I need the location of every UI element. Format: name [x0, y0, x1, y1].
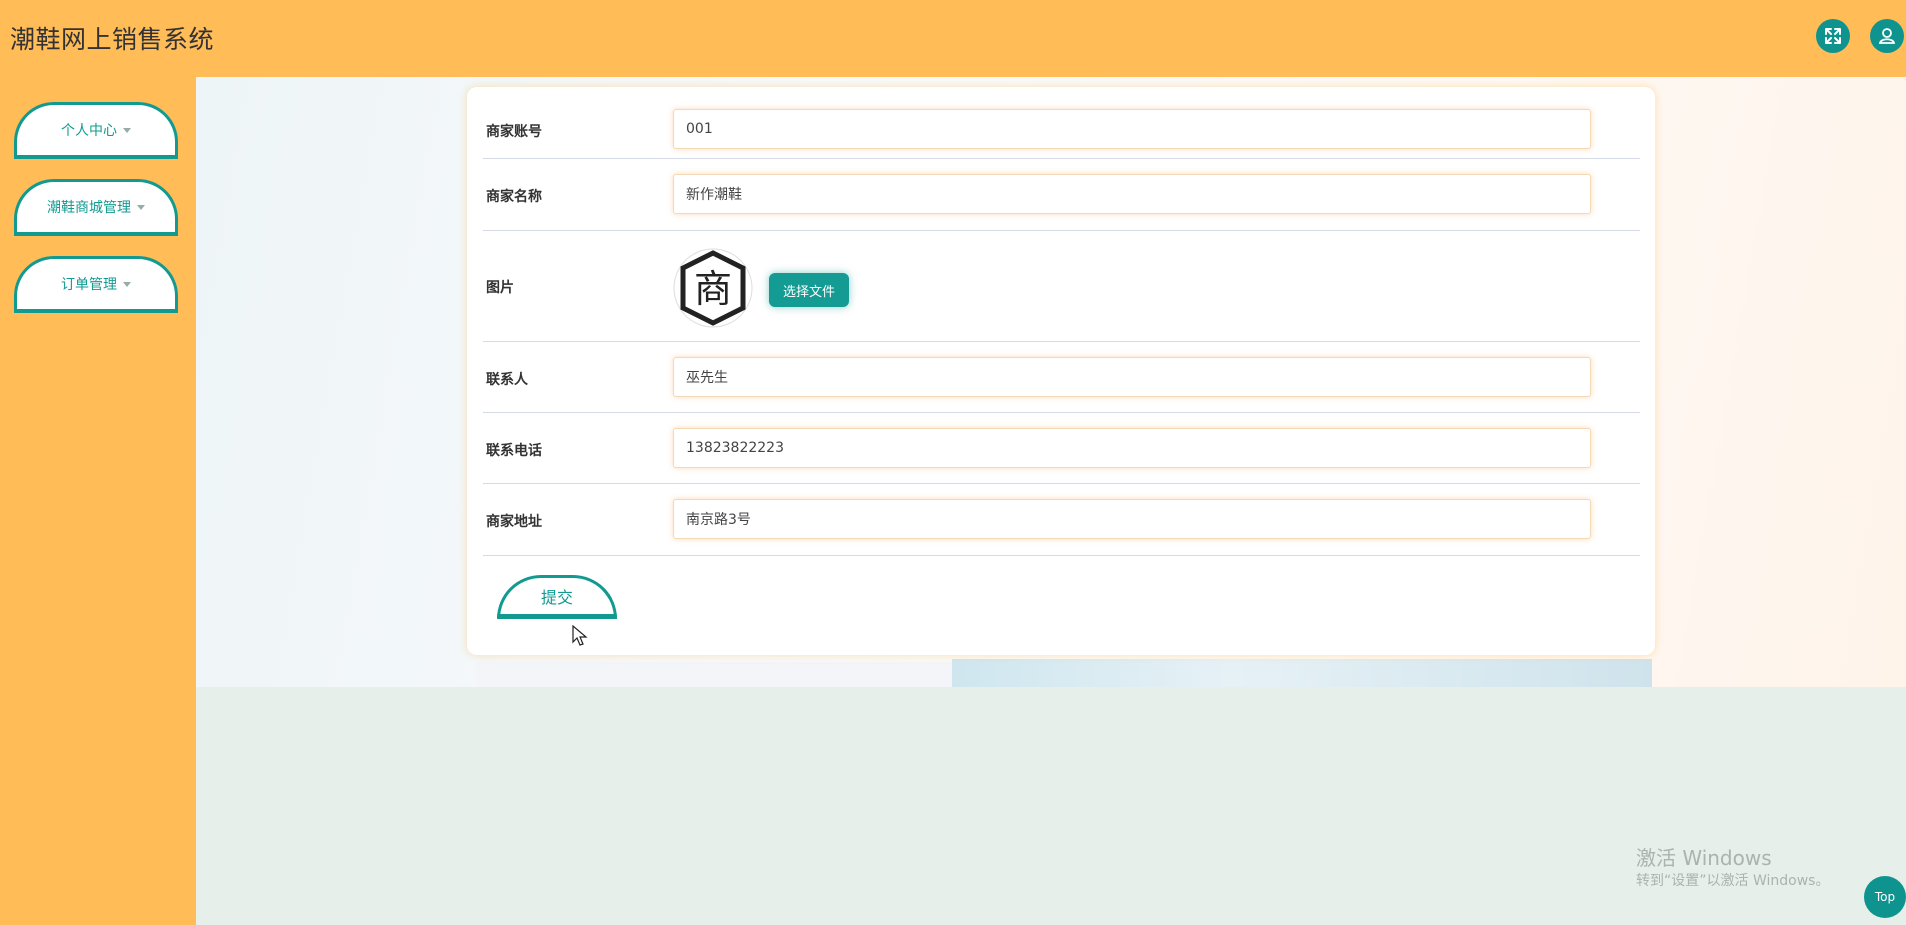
form-row-address: 商家地址 南京路3号: [483, 483, 1640, 556]
mouse-cursor-icon: [572, 625, 588, 646]
form-row-account: 商家账号 001: [483, 101, 1640, 159]
caret-down-icon: [123, 281, 131, 287]
sidebar: 个人中心 潮鞋商城管理 订单管理: [0, 77, 196, 925]
address-input[interactable]: 南京路3号: [673, 499, 1591, 539]
form-row-image: 图片 商 选择文件: [483, 230, 1640, 342]
phone-label: 联系电话: [486, 443, 542, 459]
top-header: 潮鞋网上销售系统: [0, 0, 1906, 77]
app-title: 潮鞋网上销售系统: [10, 25, 215, 54]
form-row-contact: 联系人 巫先生: [483, 341, 1640, 413]
account-input[interactable]: 001: [673, 109, 1591, 149]
submit-button[interactable]: 提交: [497, 575, 617, 619]
user-button[interactable]: [1870, 19, 1904, 53]
windows-watermark-title: 激活 Windows: [1636, 846, 1772, 870]
user-icon: [1878, 28, 1896, 44]
name-input[interactable]: 新作潮鞋: [673, 174, 1591, 214]
fullscreen-button[interactable]: [1816, 19, 1850, 53]
sidebar-item-personal-center[interactable]: 个人中心: [14, 102, 178, 159]
choose-file-button[interactable]: 选择文件: [769, 273, 849, 307]
sidebar-item-label: 个人中心: [61, 123, 117, 139]
windows-watermark-subtitle: 转到“设置”以激活 Windows。: [1636, 873, 1830, 889]
sidebar-item-label: 订单管理: [61, 277, 117, 293]
contact-input[interactable]: 巫先生: [673, 357, 1591, 397]
form-row-name: 商家名称 新作潮鞋: [483, 158, 1640, 231]
sidebar-item-mall-management[interactable]: 潮鞋商城管理: [14, 179, 178, 236]
caret-down-icon: [123, 127, 131, 133]
merchant-avatar: 商: [673, 248, 753, 328]
background-decoration: [952, 659, 1652, 687]
image-label: 图片: [486, 280, 514, 296]
form-row-phone: 联系电话 13823822223: [483, 412, 1640, 484]
expand-icon: [1825, 28, 1841, 44]
background-decoration: [476, 662, 956, 687]
avatar-char: 商: [694, 267, 732, 311]
contact-label: 联系人: [486, 372, 528, 388]
address-label: 商家地址: [486, 514, 542, 530]
name-label: 商家名称: [486, 189, 542, 205]
merchant-form: 商家账号 001 商家名称 新作潮鞋 图片 商 选择文件 联系人 巫先生 联系电…: [467, 87, 1655, 655]
back-to-top-button[interactable]: Top: [1864, 876, 1906, 918]
phone-input[interactable]: 13823822223: [673, 428, 1591, 468]
sidebar-item-order-management[interactable]: 订单管理: [14, 256, 178, 313]
account-label: 商家账号: [486, 124, 542, 140]
sidebar-item-label: 潮鞋商城管理: [47, 200, 131, 216]
caret-down-icon: [137, 204, 145, 210]
